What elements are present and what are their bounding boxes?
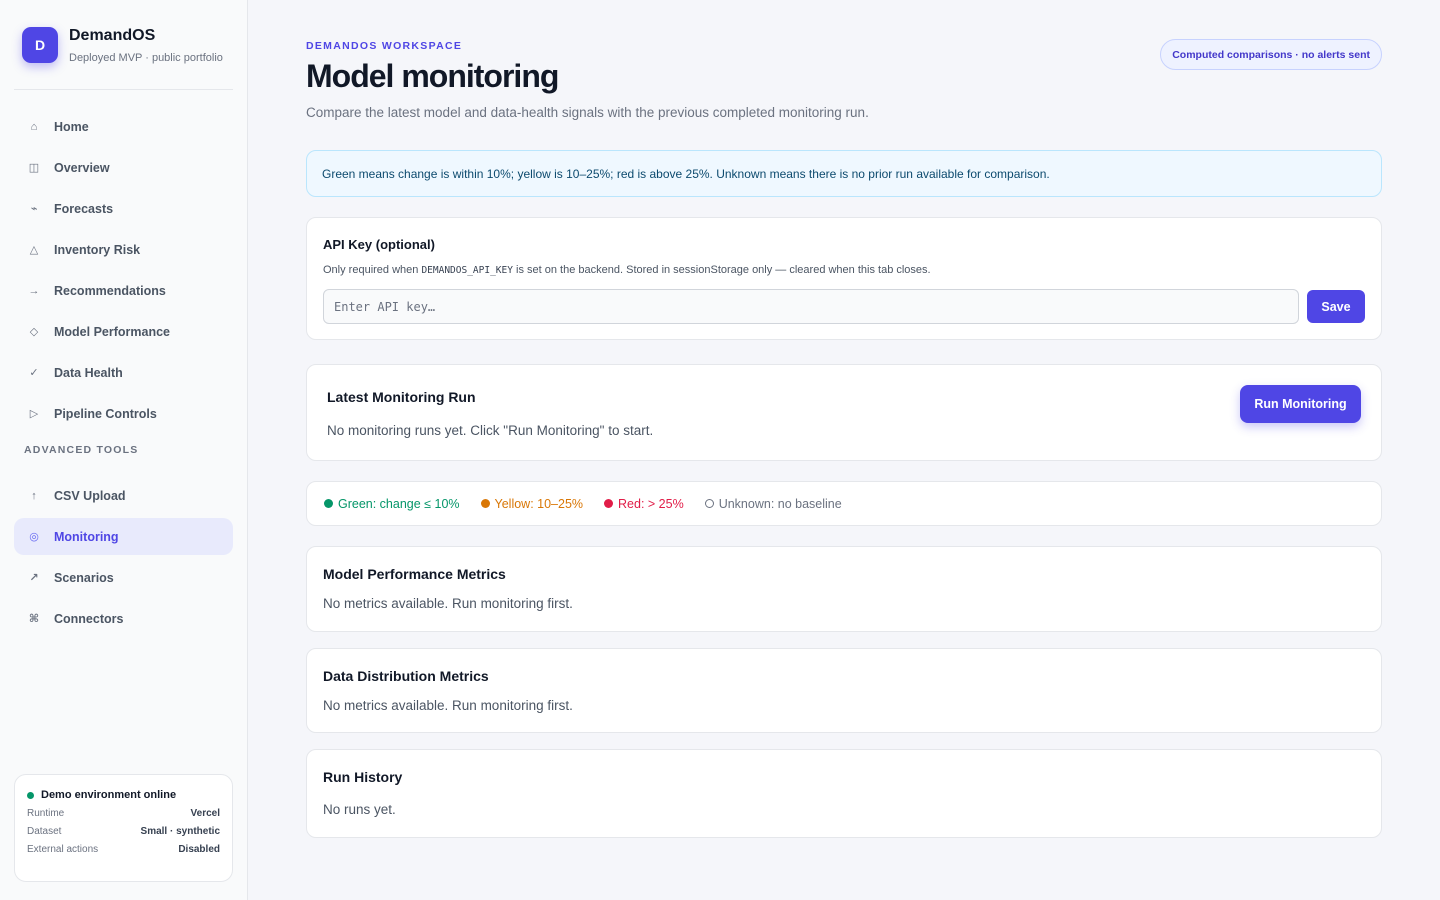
threshold-info-banner: Green means change is within 10%; yellow… bbox=[306, 150, 1382, 197]
legend-label: Unknown: no baseline bbox=[718, 496, 842, 511]
sidebar-item-forecasts[interactable]: ⌁ Forecasts bbox=[14, 190, 233, 227]
legend-label: Green: change ≤ 10% bbox=[338, 496, 460, 511]
sidebar-item-label: Inventory Risk bbox=[54, 242, 141, 257]
upload-arrow-icon: ↑ bbox=[31, 489, 37, 502]
status-key: Dataset bbox=[27, 826, 62, 837]
trend-icon: ⌁ bbox=[30, 203, 38, 215]
warning-triangle-icon: △ bbox=[29, 244, 39, 256]
brand[interactable]: D DemandOS Deployed MVP · public portfol… bbox=[22, 27, 223, 64]
model-performance-metrics-card: Model Performance Metrics No metrics ava… bbox=[306, 546, 1382, 632]
legend-label: Yellow: 10–25% bbox=[494, 496, 584, 511]
play-icon: ▷ bbox=[29, 408, 39, 420]
api-key-note: Only required when DEMANDOS_API_KEY is s… bbox=[323, 264, 1365, 276]
sidebar-item-csv-upload[interactable]: ↑ CSV Upload bbox=[14, 477, 233, 514]
api-key-card: API Key (optional) Only required when DE… bbox=[306, 217, 1382, 340]
command-icon: ⌘ bbox=[28, 613, 40, 625]
sidebar: D DemandOS Deployed MVP · public portfol… bbox=[0, 0, 248, 900]
hollow-circle-icon bbox=[704, 499, 714, 508]
data-metrics-title: Data Distribution Metrics bbox=[323, 668, 489, 684]
green-dot-icon bbox=[324, 499, 333, 508]
legend-item-red: Red: > 25% bbox=[604, 497, 684, 511]
brand-subtitle: Deployed MVP · public portfolio bbox=[69, 52, 223, 64]
red-dot-icon bbox=[604, 499, 614, 508]
sidebar-item-label: Monitoring bbox=[54, 529, 119, 544]
comparison-status-badge: Computed comparisons · no alerts sent bbox=[1160, 39, 1382, 70]
model-metrics-title: Model Performance Metrics bbox=[323, 566, 506, 582]
status-title: Demo environment online bbox=[41, 789, 177, 801]
sidebar-item-overview[interactable]: ◫ Overview bbox=[14, 149, 233, 186]
latest-run-card: Latest Monitoring Run No monitoring runs… bbox=[306, 364, 1382, 461]
yellow-dot-icon bbox=[480, 499, 490, 508]
api-key-input[interactable] bbox=[323, 289, 1299, 324]
sidebar-item-label: Forecasts bbox=[54, 201, 114, 216]
legend-item-yellow: Yellow: 10–25% bbox=[480, 496, 584, 511]
legend-item-unknown: Unknown: no baseline bbox=[704, 496, 842, 511]
sidebar-item-label: Pipeline Controls bbox=[54, 406, 157, 421]
status-value: Disabled bbox=[178, 844, 220, 855]
diamond-icon: ◇ bbox=[29, 326, 39, 338]
latest-run-empty-text: No monitoring runs yet. Click "Run Monit… bbox=[327, 423, 654, 438]
sidebar-item-label: Home bbox=[54, 119, 89, 134]
legend-item-green: Green: change ≤ 10% bbox=[324, 497, 460, 511]
data-metrics-empty-text: No metrics available. Run monitoring fir… bbox=[323, 698, 573, 713]
sidebar-item-label: Data Health bbox=[54, 365, 123, 380]
brand-text: DemandOS Deployed MVP · public portfolio bbox=[69, 27, 223, 64]
brand-divider bbox=[14, 89, 233, 90]
sidebar-item-home[interactable]: ⌂ Home bbox=[14, 108, 233, 145]
api-key-title: API Key (optional) bbox=[323, 237, 435, 252]
model-metrics-empty-text: No metrics available. Run monitoring fir… bbox=[323, 596, 573, 611]
status-row-runtime: Runtime Vercel bbox=[27, 808, 220, 819]
page-description: Compare the latest model and data-health… bbox=[306, 105, 869, 120]
latest-run-title: Latest Monitoring Run bbox=[327, 389, 476, 405]
check-icon: ✓ bbox=[29, 367, 39, 379]
status-value: Small · synthetic bbox=[140, 826, 220, 837]
sidebar-item-label: CSV Upload bbox=[54, 488, 126, 503]
monitoring-circle-icon: ◎ bbox=[29, 531, 39, 543]
status-value: Vercel bbox=[190, 808, 220, 819]
api-key-note-prefix: Only required when bbox=[323, 264, 419, 276]
status-row-external-actions: External actions Disabled bbox=[27, 844, 220, 855]
sidebar-item-recommendations[interactable]: → Recommendations bbox=[14, 272, 233, 309]
status-header: Demo environment online bbox=[27, 789, 220, 801]
status-online-dot bbox=[27, 791, 34, 799]
status-row-dataset: Dataset Small · synthetic bbox=[27, 826, 220, 837]
page-title: Model monitoring bbox=[306, 58, 559, 94]
diagonal-arrow-icon: ↗ bbox=[29, 572, 39, 584]
api-key-note-suffix: is set on the backend. Stored in session… bbox=[516, 264, 931, 276]
sidebar-item-data-health[interactable]: ✓ Data Health bbox=[14, 354, 233, 391]
sidebar-item-scenarios[interactable]: ↗ Scenarios bbox=[14, 559, 233, 596]
sidebar-item-label: Overview bbox=[54, 160, 110, 175]
arrow-right-icon: → bbox=[28, 284, 40, 297]
sidebar-item-monitoring[interactable]: ◎ Monitoring bbox=[14, 518, 233, 555]
run-monitoring-button[interactable]: Run Monitoring bbox=[1240, 385, 1361, 423]
sidebar-item-label: Recommendations bbox=[54, 283, 166, 298]
sidebar-item-pipeline-controls[interactable]: ▷ Pipeline Controls bbox=[14, 395, 233, 432]
brand-logo: D bbox=[22, 27, 58, 63]
status-key: Runtime bbox=[27, 808, 65, 819]
sidebar-item-inventory-risk[interactable]: △ Inventory Risk bbox=[14, 231, 233, 268]
api-key-row: Save bbox=[323, 289, 1365, 324]
legend-label: Red: > 25% bbox=[618, 496, 684, 511]
run-history-card: Run History No runs yet. bbox=[306, 749, 1382, 838]
sidebar-item-label: Scenarios bbox=[54, 570, 114, 585]
data-distribution-metrics-card: Data Distribution Metrics No metrics ava… bbox=[306, 648, 1382, 733]
brand-name: DemandOS bbox=[69, 27, 156, 44]
sidebar-item-connectors[interactable]: ⌘ Connectors bbox=[14, 600, 233, 637]
sidebar-section-label: ADVANCED TOOLS bbox=[24, 444, 139, 456]
sidebar-item-model-performance[interactable]: ◇ Model Performance bbox=[14, 313, 233, 350]
status-legend: Green: change ≤ 10% Yellow: 10–25% Red: … bbox=[306, 481, 1382, 526]
sidebar-nav: ⌂ Home ◫ Overview ⌁ Forecasts △ Inventor… bbox=[14, 108, 233, 641]
save-button[interactable]: Save bbox=[1307, 290, 1365, 323]
environment-status-card: Demo environment online Runtime Vercel D… bbox=[14, 774, 233, 882]
sidebar-item-label: Connectors bbox=[54, 611, 124, 626]
page-eyebrow: DEMANDOS WORKSPACE bbox=[306, 40, 463, 52]
run-history-title: Run History bbox=[323, 769, 403, 785]
home-icon: ⌂ bbox=[30, 120, 38, 133]
api-key-env-var: DEMANDOS_API_KEY bbox=[421, 265, 513, 276]
grid-icon: ◫ bbox=[28, 162, 40, 174]
run-history-empty-text: No runs yet. bbox=[323, 802, 396, 817]
sidebar-item-label: Model Performance bbox=[54, 324, 171, 339]
status-key: External actions bbox=[27, 844, 99, 855]
